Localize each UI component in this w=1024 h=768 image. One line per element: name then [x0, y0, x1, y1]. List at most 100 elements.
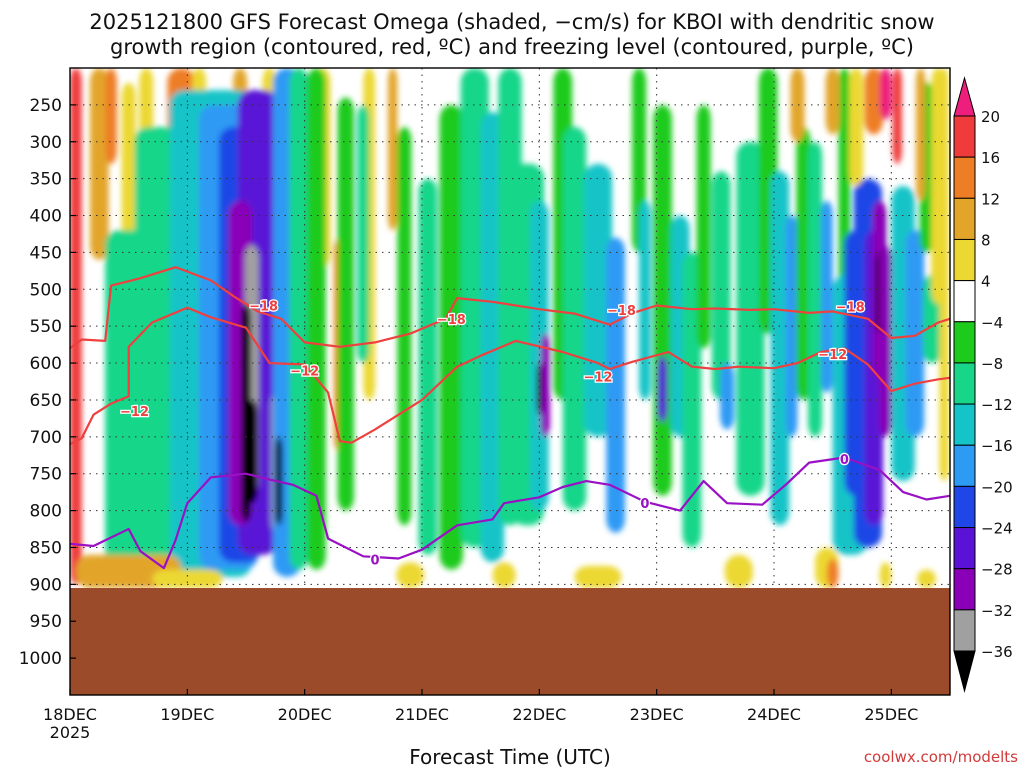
colorbar-swatch	[953, 527, 976, 570]
y-tick-label: 250	[30, 96, 62, 116]
colorbar-label: −28	[981, 561, 1013, 579]
y-tick-label: 550	[30, 317, 62, 337]
x-axis-year: 2025	[50, 723, 91, 742]
omega-shade-cell	[892, 68, 902, 164]
omega-shade-cell	[307, 68, 326, 570]
contour-label: −12	[290, 364, 319, 379]
colorbar-label: −32	[981, 602, 1013, 620]
omega-shade-cell	[826, 558, 839, 589]
omega-shade-cell	[289, 68, 309, 570]
contour-label: −12	[818, 348, 847, 363]
x-tick-label: 22DEC	[512, 705, 566, 724]
omega-shade-cell	[639, 200, 651, 400]
x-tick-label: 19DEC	[160, 705, 214, 724]
contour-label: −18	[437, 313, 466, 328]
x-tick-label: 20DEC	[278, 705, 332, 724]
omega-shade-cell	[917, 569, 936, 589]
y-tick-label: 800	[30, 502, 62, 522]
omega-shade-cell	[724, 554, 753, 589]
contour-label: 0	[371, 553, 380, 568]
colorbar-swatch	[953, 197, 976, 240]
omega-shade-cell	[820, 200, 833, 393]
y-tick-label: 950	[30, 612, 62, 632]
y-tick-label: 500	[30, 280, 62, 300]
omega-shade-cell	[825, 68, 840, 135]
y-tick-label: 600	[30, 354, 62, 374]
omega-shade-cell	[387, 68, 398, 231]
colorbar-swatch	[953, 444, 976, 487]
omega-shade-cell	[915, 68, 926, 201]
x-tick-label: 25DEC	[864, 705, 918, 724]
x-tick-label: 23DEC	[630, 705, 684, 724]
colorbar-swatch	[953, 156, 976, 199]
colorbar-top-triangle	[953, 76, 976, 117]
x-tick-label: 18DEC	[43, 705, 97, 724]
omega-shade-cell	[849, 68, 864, 187]
colorbar-label: −12	[981, 396, 1013, 414]
contour-label: −18	[607, 304, 636, 319]
omega-shade-cell	[879, 245, 892, 437]
y-tick-label: 750	[30, 465, 62, 485]
omega-shade-cell	[879, 68, 892, 120]
colorbar-swatch	[953, 609, 976, 652]
omega-shade-cell	[574, 565, 622, 589]
omega-shade-cell	[562, 127, 587, 511]
y-tick-label: 700	[30, 428, 62, 448]
y-tick-label: 850	[30, 538, 62, 558]
x-tick-label: 24DEC	[747, 705, 801, 724]
omega-time-height-chart: 2025121800 GFS Forecast Omega (shaded, −…	[19, 10, 1018, 768]
contour-label: −12	[120, 405, 149, 420]
y-tick-label: 350	[30, 170, 62, 190]
colorbar-label: −4	[981, 314, 1003, 332]
contour-label: 0	[840, 453, 849, 468]
contour-label: 0	[640, 497, 649, 512]
colorbar-swatch	[953, 115, 976, 158]
credit-text: coolwx.com/modelts	[864, 748, 1018, 766]
omega-shade-cell	[396, 562, 425, 589]
y-tick-label: 650	[30, 391, 62, 411]
colorbar-label: 20	[981, 108, 1000, 126]
omega-shade-cell	[246, 399, 258, 504]
colorbar-label: −24	[981, 520, 1013, 538]
colorbar-label: 8	[981, 231, 991, 249]
x-axis-title: Forecast Time (UTC)	[409, 745, 611, 768]
colorbar-swatch	[953, 403, 976, 446]
y-tick-label: 450	[30, 243, 62, 263]
colorbar-label: 12	[981, 190, 1000, 208]
contour-label: −12	[584, 370, 613, 385]
omega-shade-cell	[939, 68, 949, 482]
colorbar-swatch	[953, 568, 976, 611]
omega-shade-cell	[357, 104, 370, 364]
colorbar-swatch	[953, 280, 976, 323]
omega-shade-cell	[657, 355, 668, 423]
omega-shade-cell	[152, 569, 223, 589]
chart-title-line-1: 2025121800 GFS Forecast Omega (shaded, −…	[89, 10, 934, 34]
y-axis: 250 300 350 400 450 500 550 600 650 700 750 800 850 9…	[19, 96, 76, 669]
omega-shade-cell	[439, 104, 464, 570]
colorbar-label: 16	[981, 149, 1000, 167]
colorbar-label: 4	[981, 273, 991, 291]
colorbar-swatch	[953, 238, 976, 282]
y-tick-label: 400	[30, 207, 62, 227]
colorbar-swatch	[953, 485, 976, 529]
omega-shade-cell	[418, 178, 438, 555]
y-tick-label: 300	[30, 133, 62, 153]
colorbar-label: −36	[981, 643, 1013, 661]
colorbar-label: −20	[981, 478, 1013, 496]
chart-title-line-2: growth region (contoured, red, ºC) and f…	[110, 35, 914, 59]
y-tick-label: 900	[30, 575, 62, 595]
omega-shade-cell	[720, 363, 735, 430]
x-tick-label: 21DEC	[395, 705, 449, 724]
colorbar-swatch	[953, 362, 976, 405]
omega-shade-cell	[105, 68, 117, 164]
colorbar-label: −16	[981, 437, 1013, 455]
colorbar-swatch	[953, 321, 976, 364]
omega-shade-cell	[696, 104, 711, 349]
contour-label: −18	[249, 300, 278, 315]
colorbar-bottom-triangle	[953, 650, 976, 693]
y-tick-label: 1000	[19, 649, 62, 669]
colorbar-label: −8	[981, 355, 1003, 373]
ground-below-surface	[70, 588, 950, 695]
omega-shade-cell	[337, 97, 354, 511]
colorbar: 20 16 12 8 4 −4 −8 −12 −16 −20 −24 −28 −32 −36	[953, 76, 1013, 693]
